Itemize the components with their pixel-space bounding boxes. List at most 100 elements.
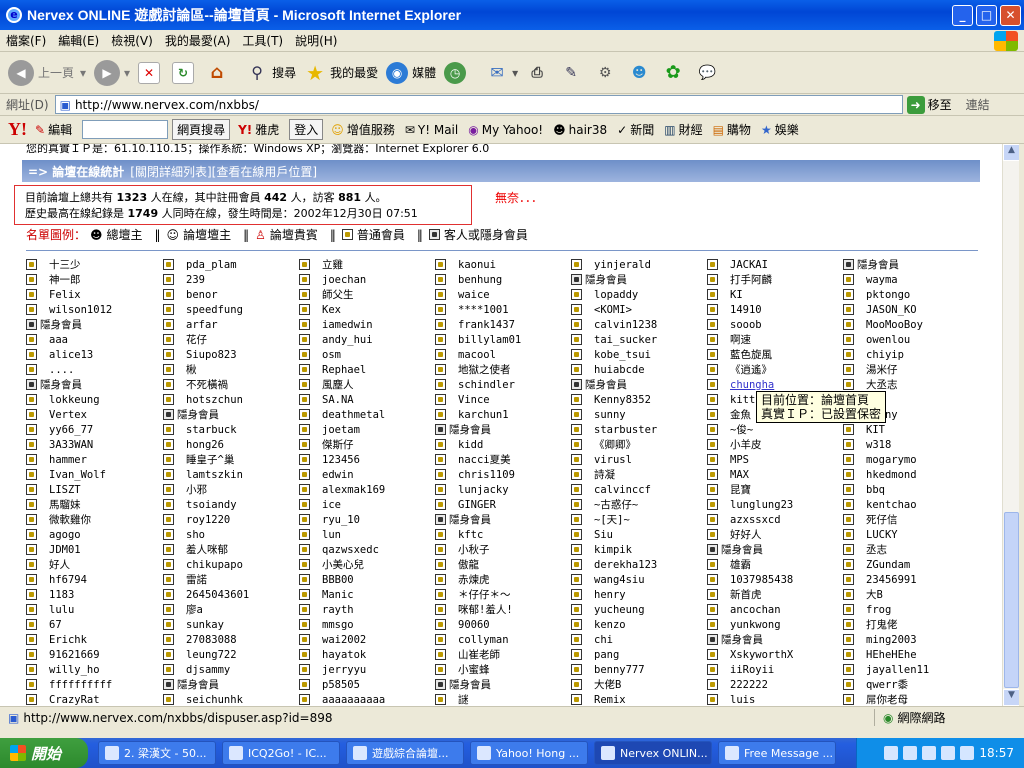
user-name[interactable]: ming2003 <box>866 634 917 646</box>
user-name[interactable]: JASON_KO <box>866 304 917 316</box>
list-item[interactable]: ****1001 <box>435 302 571 317</box>
user-name[interactable]: KI <box>730 289 743 301</box>
list-item[interactable]: henry <box>571 587 707 602</box>
user-name[interactable]: 隱身會員 <box>585 272 627 287</box>
user-name[interactable]: 咪郁!羞人! <box>458 602 513 617</box>
list-item[interactable]: 隱身會員 <box>707 632 843 647</box>
user-name[interactable]: 詩凝 <box>594 467 615 482</box>
user-name[interactable]: mogarymo <box>866 454 917 466</box>
list-item[interactable]: 14910 <box>707 302 843 317</box>
user-name[interactable]: XskyworthX <box>730 649 793 661</box>
list-item[interactable]: JDM01 <box>26 542 162 557</box>
scroll-thumb[interactable] <box>1004 512 1019 688</box>
user-name[interactable]: 大B <box>866 587 883 602</box>
list-item[interactable]: Siu <box>571 527 707 542</box>
user-name[interactable]: MPS <box>730 454 749 466</box>
list-item[interactable]: lokkeung <box>26 392 162 407</box>
user-name[interactable]: wilson1012 <box>49 304 112 316</box>
user-name[interactable]: qazwsxedc <box>322 544 379 556</box>
user-name[interactable]: ice <box>322 499 341 511</box>
user-name[interactable]: kimpik <box>594 544 632 556</box>
list-item[interactable]: HEheHEhe <box>843 647 979 662</box>
list-item[interactable]: Ivan_Wolf <box>26 467 162 482</box>
user-name[interactable]: alice13 <box>49 349 93 361</box>
user-name[interactable]: Vertex <box>49 409 87 421</box>
user-name[interactable]: edwin <box>322 469 354 481</box>
list-item[interactable]: schindler <box>435 377 571 392</box>
user-name[interactable]: 1183 <box>49 589 74 601</box>
list-item[interactable]: 雷諾 <box>163 572 299 587</box>
user-name[interactable]: 123456 <box>322 454 360 466</box>
user-name[interactable]: owenlou <box>866 334 910 346</box>
list-item[interactable]: Remix <box>571 692 707 706</box>
menu-edit[interactable]: 編輯(E) <box>52 32 105 49</box>
list-item[interactable]: bbq <box>843 482 979 497</box>
user-name[interactable]: 14910 <box>730 304 762 316</box>
menu-view[interactable]: 檢視(V) <box>105 32 159 49</box>
user-name[interactable]: agogo <box>49 529 81 541</box>
user-name[interactable]: 《卿卿》 <box>594 437 636 452</box>
list-item[interactable]: XskyworthX <box>707 647 843 662</box>
list-item[interactable]: 傑斯仔 <box>299 437 435 452</box>
list-item[interactable]: 花仔 <box>163 332 299 347</box>
menu-favorites[interactable]: 我的最愛(A) <box>159 32 237 49</box>
user-button[interactable]: ☻ hair38 <box>553 123 607 137</box>
list-item[interactable]: kentchao <box>843 497 979 512</box>
list-item[interactable]: p58505 <box>299 677 435 692</box>
user-name[interactable]: bbq <box>866 484 885 496</box>
list-item[interactable]: kimpik <box>571 542 707 557</box>
list-item[interactable]: Siupo823 <box>163 347 299 362</box>
user-name[interactable]: CrazyRat <box>49 694 100 706</box>
user-name[interactable]: arfar <box>186 319 218 331</box>
user-name[interactable]: 廖a <box>186 602 203 617</box>
user-name[interactable]: kidd <box>458 439 483 451</box>
list-item[interactable]: 傲龍 <box>435 557 571 572</box>
list-item[interactable]: lamtszkin <box>163 467 299 482</box>
list-item[interactable]: Vertex <box>26 407 162 422</box>
user-name[interactable]: sooob <box>730 319 762 331</box>
list-item[interactable]: 丞志 <box>843 542 979 557</box>
list-item[interactable]: 楸 <box>163 362 299 377</box>
user-name[interactable]: lopaddy <box>594 289 638 301</box>
list-item[interactable]: ffffffffff <box>26 677 162 692</box>
list-item[interactable]: ZGundam <box>843 557 979 572</box>
user-name[interactable]: 隱身會員 <box>40 317 82 332</box>
list-item[interactable]: jerryyu <box>299 662 435 677</box>
list-item[interactable]: kaonui <box>435 257 571 272</box>
user-name[interactable]: ZGundam <box>866 559 910 571</box>
list-item[interactable]: rayth <box>299 602 435 617</box>
user-name[interactable]: leung722 <box>186 649 237 661</box>
list-item[interactable]: 微軟雞你 <box>26 512 162 527</box>
user-name[interactable]: Siupo823 <box>186 349 237 361</box>
list-item[interactable]: 222222 <box>707 677 843 692</box>
user-name[interactable]: alexmak169 <box>322 484 385 496</box>
user-name[interactable]: joetam <box>322 424 360 436</box>
list-item[interactable]: MPS <box>707 452 843 467</box>
user-name[interactable]: virusl <box>594 454 632 466</box>
list-item[interactable]: 謎 <box>435 692 571 706</box>
task-game-forum[interactable]: 遊戲綜合論壇... <box>346 741 464 765</box>
list-item[interactable]: kobe_tsui <box>571 347 707 362</box>
list-item[interactable]: yunkwong <box>707 617 843 632</box>
mail-button[interactable]: ✉ ▾ <box>486 62 518 84</box>
list-item[interactable]: 風塵人 <box>299 377 435 392</box>
list-item[interactable]: 好好人 <box>707 527 843 542</box>
user-name[interactable]: ~俊~ <box>730 422 753 437</box>
user-name[interactable]: karchun1 <box>458 409 509 421</box>
user-name[interactable]: starbuster <box>594 424 657 436</box>
user-name[interactable]: chungha <box>730 379 774 391</box>
list-item[interactable]: 隱身會員 <box>163 407 299 422</box>
start-button[interactable]: 開始 <box>0 738 88 768</box>
list-item[interactable]: mmsgo <box>299 617 435 632</box>
list-item[interactable]: 《卿卿》 <box>571 437 707 452</box>
user-name[interactable]: 222222 <box>730 679 768 691</box>
links-label[interactable]: 連結 <box>966 96 990 113</box>
list-item[interactable]: 隱身會員 <box>571 377 707 392</box>
user-name[interactable]: 91621669 <box>49 649 100 661</box>
list-item[interactable]: 十三少 <box>26 257 162 272</box>
list-item[interactable]: CrazyRat <box>26 692 162 706</box>
discuss-button[interactable]: ⚙ <box>594 62 620 84</box>
list-item[interactable]: 123456 <box>299 452 435 467</box>
list-item[interactable]: virusl <box>571 452 707 467</box>
user-name[interactable]: kitt <box>730 394 755 406</box>
